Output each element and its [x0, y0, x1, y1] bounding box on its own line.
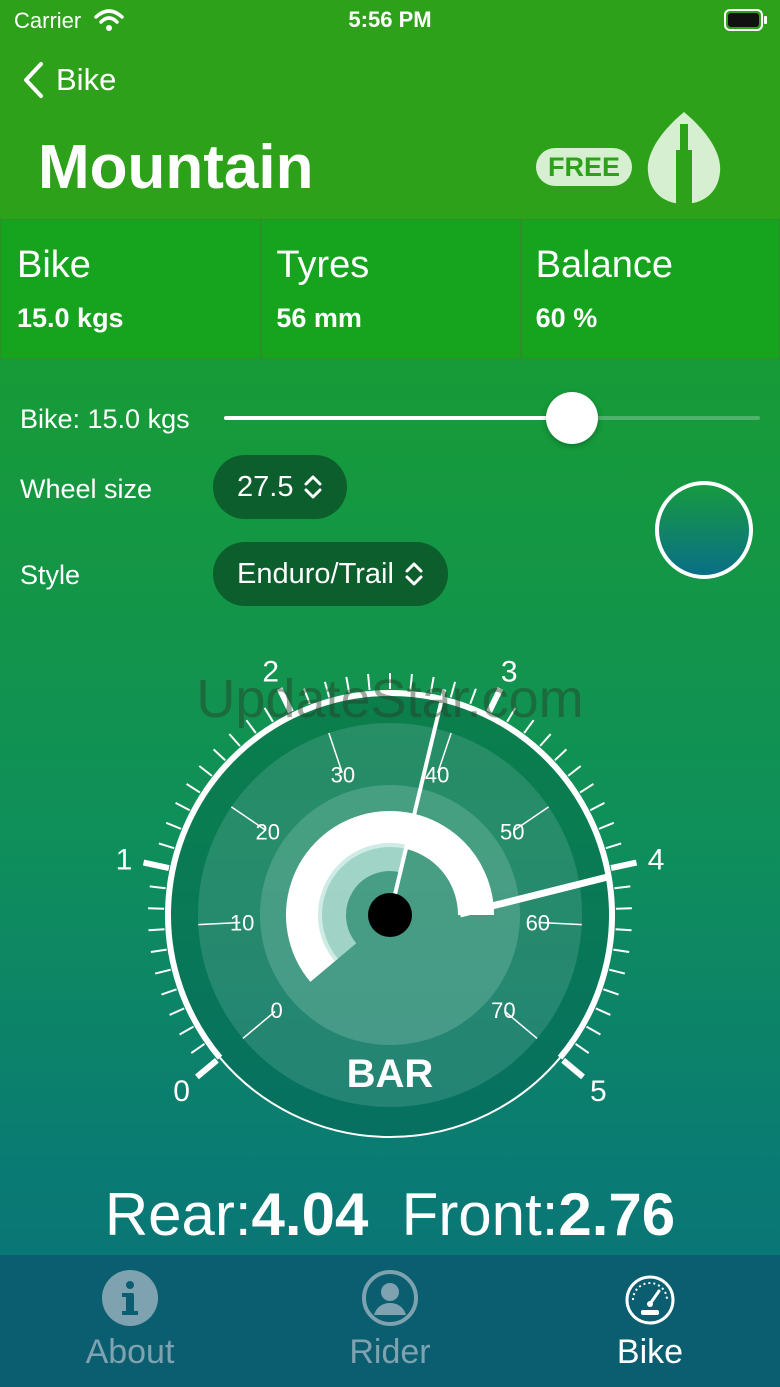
weight-slider[interactable] [224, 392, 760, 444]
free-badge: FREE [536, 148, 632, 186]
status-time: 5:56 PM [348, 7, 432, 32]
gauge-tick [579, 783, 594, 794]
gauge-tick [190, 1043, 205, 1054]
app-logo-icon [647, 112, 721, 204]
stat-value: 56 mm [276, 303, 362, 333]
chevron-up-down-icon [304, 475, 322, 499]
back-label: Bike [56, 62, 117, 97]
stats-row: Bike 15.0 kgs Tyres 56 mm Balance 60 % [0, 219, 780, 359]
gauge-tick [567, 765, 582, 777]
gauge-outer-label: 1 [116, 843, 133, 876]
tab-about[interactable]: About [0, 1255, 260, 1387]
header: Bike Mountain FREE [0, 44, 780, 219]
gauge-tick [198, 765, 213, 777]
status-bar: Carrier 5:56 PM [0, 0, 780, 44]
style-picker[interactable]: Enduro/Trail [213, 542, 448, 606]
gauge-tick [154, 968, 171, 975]
gauge-tick [575, 1043, 590, 1054]
gauge-tick [614, 885, 631, 890]
gauge-tick [158, 842, 175, 850]
gauge-tick [586, 1025, 601, 1036]
front-label: Front: [401, 1181, 559, 1248]
gauge-tick [149, 885, 166, 890]
rear-label: Rear: [104, 1181, 252, 1248]
color-picker-button[interactable] [655, 481, 753, 579]
gauge-inner-label: 10 [230, 910, 254, 935]
tab-bar: About Rider Bike [0, 1255, 780, 1387]
gauge-inner-label: 30 [331, 763, 355, 788]
stat-bike: Bike 15.0 kgs [0, 219, 262, 359]
info-icon [102, 1270, 158, 1326]
watermark: UpdateStar.com [196, 669, 583, 729]
gauge-tick [609, 968, 626, 975]
tab-bike[interactable]: Bike [520, 1255, 780, 1387]
gauge-tick [179, 1025, 194, 1036]
gauge-tick [539, 733, 552, 747]
gauge-tick [561, 1057, 585, 1080]
gauge-tick [603, 988, 619, 996]
battery-icon [724, 9, 767, 31]
style-label: Style [20, 560, 81, 590]
gauge-outer-label: 4 [648, 843, 665, 876]
gauge-inner-label: 50 [500, 820, 524, 845]
stat-label: Bike [17, 244, 91, 286]
pressure-readout: Rear:4.04 Front:2.76 [0, 1180, 780, 1249]
tab-label: Rider [349, 1333, 431, 1371]
stat-value: 60 % [535, 303, 598, 333]
gauge-tick [186, 783, 201, 794]
weight-slider-fill [224, 416, 573, 420]
wheel-size-label: Wheel size [20, 474, 153, 504]
gauge-tick [589, 801, 605, 812]
gauge-tick [605, 842, 622, 850]
gauge-tick [142, 859, 170, 871]
gauge-tick [148, 928, 165, 932]
gauge-inner-label: 0 [271, 998, 283, 1023]
gauge-tick [613, 948, 630, 954]
stat-label: Balance [535, 244, 673, 286]
gauge-inner-label: 40 [425, 763, 449, 788]
stat-value: 15.0 kgs [17, 303, 124, 333]
gauge-tick [195, 1057, 219, 1080]
gauge-tick [554, 748, 568, 762]
page-title: Mountain [38, 133, 314, 202]
pressure-gauge: 012 3450102030 40506070 UpdateStar.com BAR [116, 656, 665, 1138]
gauge-tick [610, 859, 638, 871]
gauge-inner-label: 20 [255, 820, 279, 845]
gauge-tick [161, 988, 177, 996]
wheel-size-value: 27.5 [237, 470, 294, 503]
gauge-tick [175, 801, 191, 812]
gauge-tick [165, 821, 182, 830]
back-button[interactable]: Bike [22, 60, 116, 100]
chevron-up-down-icon [405, 562, 423, 586]
person-icon [362, 1270, 418, 1326]
chevron-left-icon [24, 62, 43, 98]
gauge-inner-label: 70 [491, 998, 515, 1023]
stat-label: Tyres [276, 244, 370, 286]
weight-slider-thumb[interactable] [546, 392, 599, 444]
gauge-tick [150, 948, 167, 954]
speedometer-icon [625, 1275, 675, 1325]
front-value: 2.76 [558, 1181, 676, 1248]
gauge-tick [598, 821, 615, 830]
weight-label: Bike: 15.0 kgs [20, 404, 190, 434]
tab-label: About [85, 1333, 175, 1371]
gauge-outer-label: 0 [173, 1075, 190, 1108]
gauge-tick [595, 1007, 611, 1016]
gauge-tick [212, 748, 226, 762]
gauge-unit-label: BAR [347, 1052, 434, 1096]
stat-balance: Balance 60 % [520, 219, 780, 359]
rear-value: 4.04 [251, 1181, 369, 1248]
gauge-tick [615, 928, 632, 932]
tab-label: Bike [616, 1333, 684, 1371]
gauge-tick [228, 733, 241, 747]
style-value: Enduro/Trail [237, 557, 394, 590]
gauge-inner-label: 60 [526, 910, 550, 935]
gauge-hub [368, 893, 412, 937]
tab-rider[interactable]: Rider [260, 1255, 520, 1387]
gauge-tick [169, 1007, 185, 1016]
stat-tyres: Tyres 56 mm [261, 219, 521, 359]
wheel-size-picker[interactable]: 27.5 [213, 455, 348, 519]
gauge-outer-label: 5 [590, 1075, 607, 1108]
